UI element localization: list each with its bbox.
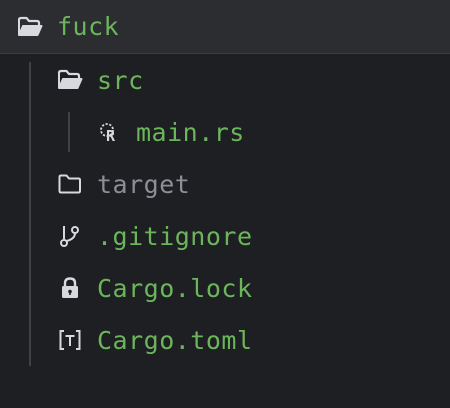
file-tree-panel: fuck src R main.rs target .gitignore Car… [0,0,450,408]
tree-item-label: Cargo.toml [97,325,253,355]
tree-item-gitignore[interactable]: .gitignore [0,210,450,262]
tree-item-label: Cargo.lock [97,273,253,303]
lock-icon [57,275,83,301]
tree-item-label: target [97,169,191,199]
folder-open-icon [17,14,43,40]
tree-root-label: fuck [57,12,120,41]
tree-item-main-rs[interactable]: R main.rs [0,106,450,158]
svg-text:R: R [106,127,116,145]
toml-file-icon [57,327,83,353]
tree-item-label: main.rs [136,117,245,147]
tree-item-cargo-lock[interactable]: Cargo.lock [0,262,450,314]
tree-item-target-folder[interactable]: target [0,158,450,210]
tree-item-src-folder[interactable]: src [0,54,450,106]
tree-item-cargo-toml[interactable]: Cargo.toml [0,314,450,366]
tree-item-label: src [97,65,144,95]
git-branch-icon [57,223,83,249]
folder-icon [57,171,83,197]
folder-open-icon [57,67,83,93]
rust-file-icon: R [96,119,122,145]
tree-root-folder[interactable]: fuck [0,0,450,54]
tree-item-label: .gitignore [97,221,253,251]
